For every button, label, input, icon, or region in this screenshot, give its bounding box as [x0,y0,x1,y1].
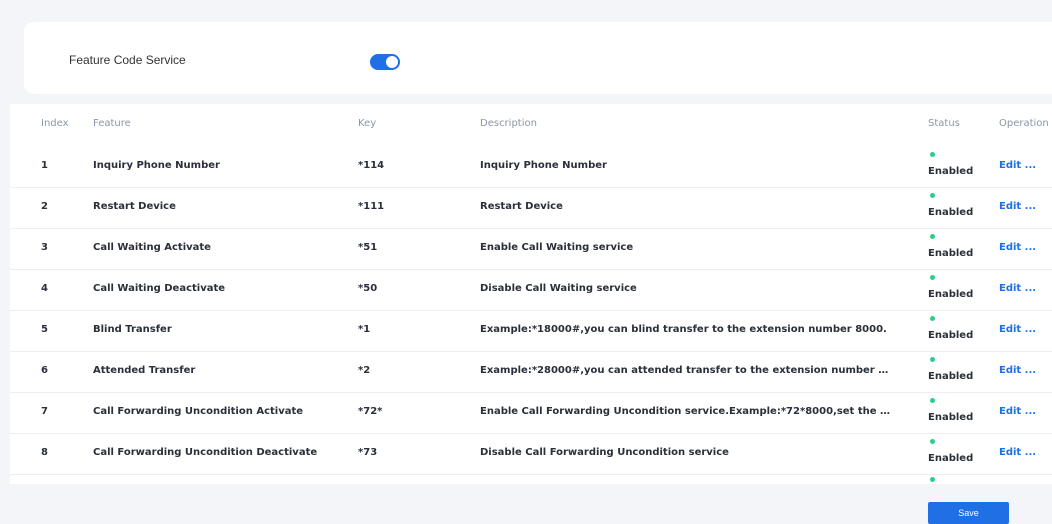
row-status: Enabled [928,330,974,341]
row-edit-link[interactable]: Edit ... [999,324,1036,335]
table-row: 4 Call Waiting Deactivate *50 Disable Ca… [10,269,1052,311]
row-feature: Inquiry Phone Number [93,160,220,171]
row-feature: Call Waiting Activate [93,242,211,253]
row-index: 2 [41,201,48,212]
table-row: 2 Restart Device *111 Restart Device Ena… [10,187,1052,229]
feature-code-table: Index Feature Key Description Status Ope… [10,104,1052,484]
row-feature: Call Waiting Deactivate [93,283,226,294]
row-index: 7 [41,406,48,417]
row-description: Restart Device [480,201,563,212]
row-feature: Call Forwarding Uncondition Deactivate [93,447,318,458]
row-key: *114 [358,160,385,171]
row-key: *72* [358,406,383,417]
row-feature: Attended Transfer [93,365,196,376]
status-dot-icon [930,477,935,482]
row-key: *73 [358,447,378,458]
status-dot-icon [930,234,935,239]
status-dot-icon [930,152,935,157]
row-status: Enabled [928,166,974,177]
table-row: 7 Call Forwarding Uncondition Activate *… [10,392,1052,434]
row-key: *50 [358,283,378,294]
row-description: Disable Call Waiting service [480,283,637,294]
row-edit-link[interactable]: Edit ... [999,201,1036,212]
row-feature: Blind Transfer [93,324,172,335]
header-description: Description [480,118,537,129]
row-key: *111 [358,201,385,212]
row-status: Enabled [928,453,974,464]
header-feature: Feature [93,118,131,129]
row-edit-link[interactable]: Edit ... [999,160,1036,171]
table-row: 1 Inquiry Phone Number *114 Inquiry Phon… [10,146,1052,188]
feature-code-service-label: Feature Code Service [69,53,186,67]
row-status: Enabled [928,248,974,259]
row-index: 4 [41,283,48,294]
header-status: Status [928,118,960,129]
table-row: 3 Call Waiting Activate *51 Enable Call … [10,228,1052,270]
row-description: Inquiry Phone Number [480,160,607,171]
row-key: *2 [358,365,371,376]
row-status: Enabled [928,289,974,300]
table-row: 8 Call Forwarding Uncondition Deactivate… [10,433,1052,475]
row-key: *1 [358,324,371,335]
row-feature: Restart Device [93,201,176,212]
row-index: 8 [41,447,48,458]
row-description: Enable Call Forwarding Uncondition servi… [480,406,895,417]
table-row: 6 Attended Transfer *2 Example:*28000#,y… [10,351,1052,393]
row-index: 3 [41,242,48,253]
row-edit-link[interactable]: Edit ... [999,406,1036,417]
feature-code-service-toggle[interactable] [370,54,400,70]
row-edit-link[interactable]: Edit ... [999,283,1036,294]
row-status: Enabled [928,412,974,423]
row-description: Example:*28000#,you can attended transfe… [480,365,895,376]
save-button[interactable]: Save [928,502,1009,524]
status-dot-icon [930,398,935,403]
status-dot-icon [930,357,935,362]
status-dot-icon [930,316,935,321]
header-operation: Operation [999,118,1049,129]
row-index: 6 [41,365,48,376]
row-description: Enable Call Waiting service [480,242,634,253]
row-status: Enabled [928,207,974,218]
row-description: Disable Call Forwarding Uncondition serv… [480,447,729,458]
row-edit-link[interactable]: Edit ... [999,365,1036,376]
row-status: Enabled [928,371,974,382]
row-edit-link[interactable]: Edit ... [999,447,1036,458]
row-feature: Call Forwarding Uncondition Activate [93,406,304,417]
header-index: Index [41,118,69,129]
row-index: 5 [41,324,48,335]
feature-code-service-panel: Feature Code Service [24,22,1052,94]
status-dot-icon [930,193,935,198]
row-index: 1 [41,160,48,171]
row-description: Example:*18000#,you can blind transfer t… [480,324,887,335]
row-key: *51 [358,242,378,253]
row-edit-link[interactable]: Edit ... [999,242,1036,253]
table-row: 5 Blind Transfer *1 Example:*18000#,you … [10,310,1052,352]
toggle-knob [386,56,398,68]
status-dot-icon [930,439,935,444]
header-key: Key [358,118,377,129]
status-dot-icon [930,275,935,280]
